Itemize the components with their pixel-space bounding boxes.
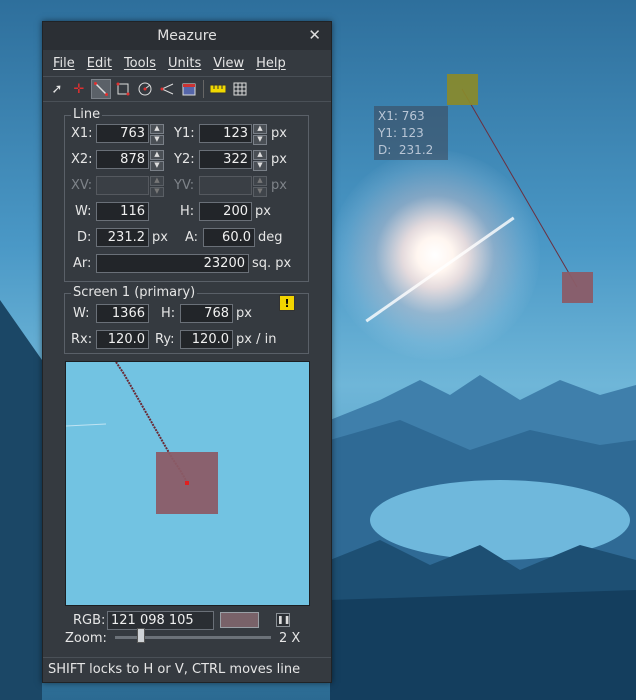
yv-spinner: ▲ ▼ <box>253 176 267 197</box>
xv-label: XV: <box>71 178 93 193</box>
screen-group-legend: Screen 1 (primary) <box>71 285 198 300</box>
d-unit: px <box>152 230 168 245</box>
height-field[interactable]: 200 <box>199 202 252 221</box>
ruler-icon[interactable] <box>208 79 228 99</box>
xv-spinner: ▲ ▼ <box>150 176 164 197</box>
w-label: W: <box>75 204 92 219</box>
screen-width-field[interactable]: 1366 <box>96 304 149 323</box>
screen-height-field[interactable]: 768 <box>180 304 233 323</box>
line-end-handle[interactable] <box>562 272 593 303</box>
zoom-label: Zoom: <box>65 631 107 646</box>
warning-icon[interactable]: ! <box>279 295 295 311</box>
toolbar-separator <box>203 80 204 98</box>
screen-w-label: W: <box>73 306 90 321</box>
info-d: D: 231.2 <box>378 143 434 157</box>
pause-icon[interactable]: ❚❚ <box>276 613 290 627</box>
cursor-tool-icon[interactable]: ➚ <box>47 79 67 99</box>
yv-label: YV: <box>174 178 195 193</box>
menu-tools[interactable]: Tools <box>118 56 162 71</box>
ry-field[interactable]: 120.0 <box>180 330 233 349</box>
x2-spinner[interactable]: ▲ ▼ <box>150 150 164 171</box>
grid-icon[interactable] <box>230 79 250 99</box>
color-swatch <box>220 612 259 628</box>
rgb-label: RGB: <box>73 613 106 628</box>
yv-field <box>199 176 252 195</box>
window-tool-icon[interactable] <box>179 79 199 99</box>
line-start-handle[interactable] <box>447 74 478 105</box>
line-group-legend: Line <box>71 107 103 122</box>
zoom-value: 2 X <box>279 631 301 646</box>
h-unit: px <box>255 204 271 219</box>
magnifier-view <box>65 361 310 606</box>
toolbar: ➚ ✛ <box>43 76 331 102</box>
meazure-window: Meazure ✕ File Edit Tools Units View Hel… <box>42 21 332 683</box>
close-icon[interactable]: ✕ <box>308 26 321 44</box>
status-bar: SHIFT locks to H or V, CTRL moves line <box>43 657 331 682</box>
info-y1: Y1: 123 <box>378 126 424 140</box>
ar-label: Ar: <box>73 256 92 271</box>
area-field[interactable]: 23200 <box>96 254 249 273</box>
y2-unit: px <box>271 152 287 167</box>
y1-field[interactable]: 123 <box>199 124 252 143</box>
y2-spinner[interactable]: ▲ ▼ <box>253 150 267 171</box>
rx-field[interactable]: 120.0 <box>96 330 149 349</box>
yv-unit: px <box>271 178 287 193</box>
screen-h-unit: px <box>236 306 252 321</box>
screen-h-label: H: <box>161 306 176 321</box>
y1-unit: px <box>271 126 287 141</box>
rgb-value-field[interactable]: 121 098 105 <box>107 611 214 630</box>
menu-edit[interactable]: Edit <box>81 56 118 71</box>
x2-field[interactable]: 878 <box>96 150 149 169</box>
title-bar[interactable]: Meazure ✕ <box>43 22 331 50</box>
menu-help[interactable]: Help <box>250 56 292 71</box>
x2-label: X2: <box>71 152 93 167</box>
angle-field[interactable]: 60.0 <box>203 228 255 247</box>
info-x1: X1: 763 <box>378 109 425 123</box>
menu-file[interactable]: File <box>47 56 81 71</box>
distance-field[interactable]: 231.2 <box>96 228 149 247</box>
circle-tool-icon[interactable] <box>135 79 155 99</box>
line-tool-icon[interactable] <box>91 79 111 99</box>
menu-bar: File Edit Tools Units View Help <box>43 50 331 76</box>
ar-unit: sq. px <box>252 256 292 271</box>
x1-label: X1: <box>71 126 93 141</box>
ry-unit: px / in <box>236 332 277 347</box>
window-title: Meazure <box>157 28 217 44</box>
y2-field[interactable]: 322 <box>199 150 252 169</box>
xv-field <box>96 176 149 195</box>
y1-label: Y1: <box>174 126 195 141</box>
h-label: H: <box>180 204 195 219</box>
y1-spinner[interactable]: ▲ ▼ <box>253 124 267 145</box>
y2-label: Y2: <box>174 152 195 167</box>
rx-label: Rx: <box>71 332 93 347</box>
angle-tool-icon[interactable] <box>157 79 177 99</box>
zoom-slider-thumb[interactable] <box>137 628 145 643</box>
point-tool-icon[interactable]: ✛ <box>69 79 89 99</box>
menu-view[interactable]: View <box>207 56 250 71</box>
a-label: A: <box>185 230 199 245</box>
x1-spinner[interactable]: ▲ ▼ <box>150 124 164 145</box>
d-label: D: <box>77 230 92 245</box>
x1-field[interactable]: 763 <box>96 124 149 143</box>
ry-label: Ry: <box>155 332 175 347</box>
a-unit: deg <box>258 230 283 245</box>
rectangle-tool-icon[interactable] <box>113 79 133 99</box>
menu-units[interactable]: Units <box>162 56 207 71</box>
width-field[interactable]: 116 <box>96 202 149 221</box>
position-info-popup: X1: 763 Y1: 123 D: 231.2 <box>374 106 448 160</box>
